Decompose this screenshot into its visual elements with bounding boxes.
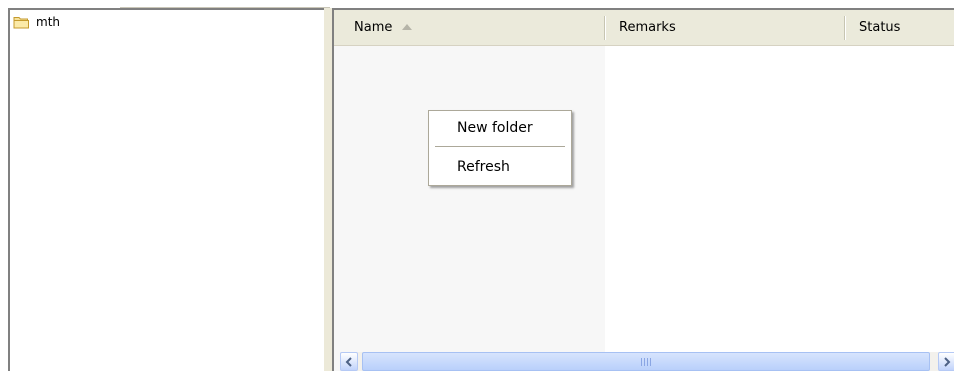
folder-tree-pane[interactable]: mth	[8, 8, 324, 371]
scroll-right-button[interactable]	[938, 352, 954, 371]
explorer-window: mth Name Remarks Status New folder Refre…	[0, 0, 954, 371]
column-header-label: Name	[354, 20, 393, 35]
menu-item-label: New folder	[457, 120, 533, 136]
menu-item-refresh[interactable]: Refresh	[429, 154, 571, 180]
menu-item-label: Refresh	[457, 159, 510, 175]
top-border	[0, 0, 954, 8]
context-menu: New folder Refresh	[428, 110, 572, 186]
scroll-left-button[interactable]	[340, 352, 358, 371]
sort-ascending-icon	[402, 24, 413, 30]
column-header-label: Remarks	[619, 20, 676, 35]
menu-separator	[435, 146, 565, 147]
column-header-remarks[interactable]: Remarks	[605, 10, 845, 45]
folder-open-icon	[13, 15, 30, 29]
horizontal-scrollbar[interactable]	[340, 352, 954, 371]
name-column-background	[334, 46, 605, 371]
tree-node-label[interactable]: mth	[34, 15, 62, 29]
tree-node-mth[interactable]: mth	[13, 13, 62, 31]
pane-splitter[interactable]	[324, 8, 332, 371]
grip-icon	[641, 358, 651, 366]
column-header-name[interactable]: Name	[334, 10, 605, 45]
column-header-status[interactable]: Status	[845, 10, 954, 45]
column-header-bar: Name Remarks Status	[334, 10, 954, 46]
file-list-pane[interactable]: Name Remarks Status	[332, 8, 954, 371]
chevron-left-icon	[345, 356, 352, 367]
menu-item-new-folder[interactable]: New folder	[429, 115, 571, 141]
column-header-label: Status	[859, 20, 901, 35]
chevron-right-icon	[944, 356, 951, 367]
scroll-thumb[interactable]	[362, 352, 930, 371]
